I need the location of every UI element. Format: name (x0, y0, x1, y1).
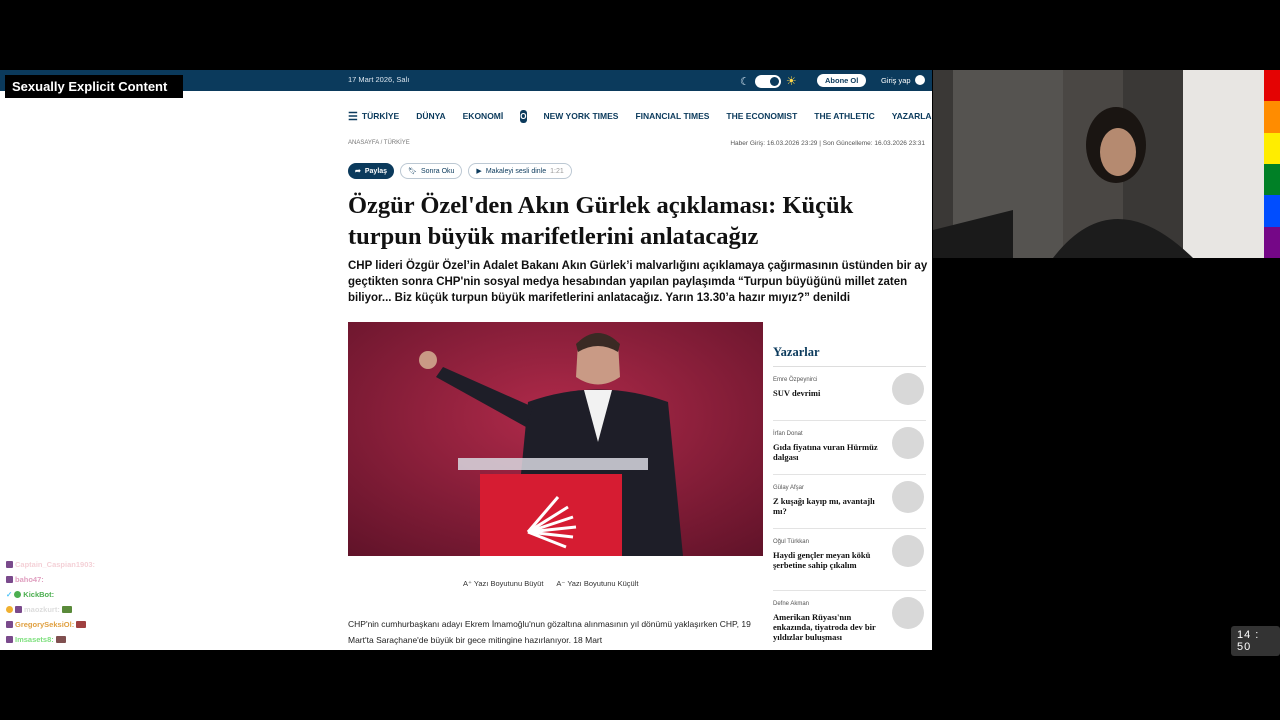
authors-sidebar: Yazarlar Emre Özpeynirci SUV devrimi İrf… (773, 345, 926, 645)
pride-flag-strip (1264, 70, 1280, 258)
breadcrumb[interactable]: ANASAYFA / TÜRKİYE (348, 140, 410, 146)
nav-item-athletic[interactable]: THE ATHLETIC (814, 111, 874, 121)
timestamp: Haber Giriş: 16.03.2026 23:29 | Son Günc… (730, 140, 925, 147)
article-photo (348, 322, 763, 556)
login-link[interactable]: Giriş yap (881, 75, 925, 85)
author-name: Gülay Afşar (773, 485, 805, 491)
flag-stripe (1264, 101, 1280, 133)
emote-icon (76, 621, 87, 628)
stream-clock: 14 : 50 (1231, 626, 1280, 656)
nav-item-turkiye[interactable]: TÜRKİYE (362, 111, 399, 121)
flag-stripe (1264, 132, 1280, 164)
author-card[interactable]: Gülay Afşar Z kuşağı kayıp mı, avantajlı… (773, 475, 926, 529)
article-actions: ➦ Paylaş 🔖︎ Sonra Oku ▶ Makaleyi sesli d… (348, 163, 572, 179)
share-label: Paylaş (364, 167, 388, 175)
play-icon: ▶ (476, 168, 482, 175)
nav-item-ft[interactable]: FINANCIAL TIMES (635, 111, 709, 121)
font-size-controls: A⁺ Yazı Boyutunu Büyüt A⁻ Yazı Boyutunu … (463, 579, 638, 588)
chat-message: Captain_Caspian1903: (6, 557, 236, 572)
badge-icon (15, 606, 22, 613)
webcam-illustration (933, 70, 1264, 258)
author-column-title[interactable]: Gıda fiyatına vuran Hürmüz dalgası (773, 442, 885, 462)
listen-duration: 1:21 (550, 167, 564, 175)
badge-icon (6, 621, 13, 628)
author-card[interactable]: İrfan Donat Gıda fiyatına vuran Hürmüz d… (773, 421, 926, 475)
chat-username[interactable]: Captain_Caspian1903: (15, 557, 95, 572)
chat-message: Imsasets8: (6, 632, 236, 647)
nav-item-ekonomi[interactable]: EKONOMİ (463, 111, 504, 121)
webcam-feed (933, 70, 1264, 258)
wrench-icon: ✓ (6, 590, 13, 599)
bookmark-icon: 🔖︎ (408, 168, 417, 175)
avatar (892, 427, 924, 459)
avatar (892, 373, 924, 405)
article-headline: Özgür Özel'den Akın Gürlek açıklaması: K… (348, 192, 854, 250)
emote-icon (55, 636, 66, 643)
subscribe-button[interactable]: Abone Ol (817, 74, 867, 87)
author-column-title[interactable]: Amerikan Rüyası'nın enkazında, tiyatroda… (773, 612, 885, 642)
font-bigger-button[interactable]: A⁺ Yazı Boyutunu Büyüt (463, 579, 543, 588)
author-card[interactable]: Defne Akman Amerikan Rüyası'nın enkazınd… (773, 591, 926, 645)
emote-icon (61, 606, 72, 613)
stream-chat: Captain_Caspian1903: baho47: ✓ KickBot: … (6, 557, 236, 647)
nav-item-yazarlar[interactable]: YAZARLAR (892, 111, 932, 121)
avatar (892, 535, 924, 567)
font-smaller-button[interactable]: A⁻ Yazı Boyutunu Küçült (556, 579, 638, 588)
avatar (892, 597, 924, 629)
chat-message: ✓ KickBot: (6, 587, 236, 602)
read-later-label: Sonra Oku (420, 167, 455, 175)
author-card[interactable]: Oğul Türkkan Haydi gençler meyan kökü şe… (773, 529, 926, 591)
share-icon: ➦ (355, 168, 361, 175)
author-column-title[interactable]: Z kuşağı kayıp mı, avantajlı mı? (773, 496, 885, 516)
chat-username[interactable]: baho47: (15, 572, 44, 587)
sun-icon: ☀ (785, 74, 797, 88)
flag-stripe (1264, 163, 1280, 196)
oggusto-logo-icon[interactable]: O (520, 109, 527, 123)
menu-icon[interactable]: ☰ (348, 110, 358, 123)
listen-button[interactable]: ▶ Makaleyi sesli dinle 1:21 (468, 163, 572, 179)
listen-label: Makaleyi sesli dinle (485, 167, 547, 175)
chat-message: baho47: (6, 572, 236, 587)
coin-badge-icon (6, 606, 13, 613)
chat-message: GregorySeksiOl: (6, 617, 236, 632)
chat-username[interactable]: KickBot: (23, 587, 54, 602)
flag-stripe (1264, 70, 1280, 102)
theme-toggle[interactable]: ☾ ☀ (740, 74, 797, 88)
moon-icon: ☾ (740, 75, 750, 88)
author-card[interactable]: Emre Özpeynirci SUV devrimi (773, 367, 926, 421)
share-button[interactable]: ➦ Paylaş (348, 163, 395, 179)
chat-message: maozkurt: (6, 602, 236, 617)
verified-badge-icon (14, 591, 22, 598)
flag-stripe (1264, 226, 1280, 258)
author-name: Emre Özpeynirci (773, 377, 818, 383)
author-name: İrfan Donat (773, 431, 803, 437)
author-name: Defne Akman (773, 601, 810, 607)
badge-icon (6, 576, 13, 583)
dark-mode-switch[interactable] (754, 74, 781, 88)
author-column-title[interactable]: SUV devrimi (773, 388, 885, 398)
speaker-photo-illustration (348, 322, 763, 556)
badge-icon (6, 561, 13, 568)
read-later-button[interactable]: 🔖︎ Sonra Oku (400, 163, 463, 179)
nav-item-dunya[interactable]: DÜNYA (416, 111, 445, 121)
screen: 17 Mart 2026, Salı ☾ ☀ Abone Ol Giriş ya… (0, 0, 1280, 720)
author-name: Oğul Türkkan (773, 539, 809, 545)
sidebar-title[interactable]: Yazarlar (773, 345, 926, 367)
date-label: 17 Mart 2026, Salı (348, 75, 410, 84)
login-label: Giriş yap (881, 75, 911, 85)
main-nav: ☰ TÜRKİYE DÜNYA EKONOMİ O NEW YORK TIMES… (348, 108, 932, 124)
badge-icon (6, 636, 13, 643)
chat-username[interactable]: maozkurt: (24, 602, 60, 617)
avatar (892, 481, 924, 513)
chat-username[interactable]: Imsasets8: (15, 632, 54, 647)
chat-username[interactable]: GregorySeksiOl: (15, 617, 74, 632)
article-lead: CHP lideri Özgür Özel’in Adalet Bakanı A… (348, 260, 928, 304)
nav-item-nyt[interactable]: NEW YORK TIMES (544, 111, 619, 121)
article-body: CHP'nin cumhurbaşkanı adayı Ekrem İmamoğ… (348, 619, 751, 645)
flag-stripe (1264, 195, 1280, 227)
content-warning-badge: Sexually Explicit Content (5, 75, 183, 98)
author-column-title[interactable]: Haydi gençler meyan kökü şerbetine sahip… (773, 550, 885, 570)
nav-item-economist[interactable]: THE ECONOMIST (726, 111, 797, 121)
user-icon (914, 75, 925, 85)
